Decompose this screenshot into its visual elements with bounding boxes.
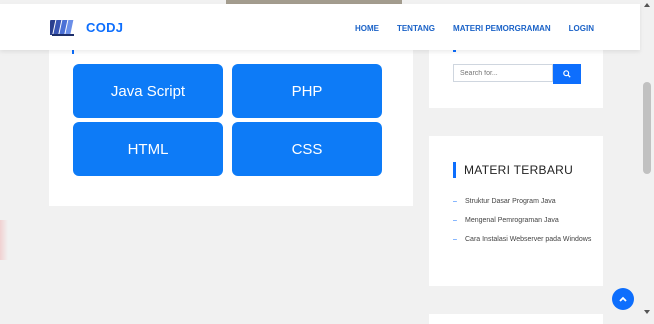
dash-icon: – xyxy=(453,198,457,205)
list-item-label: Mengenal Pemrograman Java xyxy=(465,217,559,224)
main-nav: HOME TENTANG MATERI PEMORGRAMAN LOGIN xyxy=(337,24,594,33)
scrollbar[interactable] xyxy=(640,0,654,318)
dash-icon: – xyxy=(453,217,457,224)
search-button[interactable] xyxy=(553,64,581,84)
list-item[interactable]: – Mengenal Pemrograman Java xyxy=(453,215,593,226)
tile-php[interactable]: PHP xyxy=(232,64,382,118)
list-item[interactable]: – Struktur Dasar Program Java xyxy=(453,196,593,207)
tile-java-script[interactable]: Java Script xyxy=(73,64,223,118)
navbar: CODJ HOME TENTANG MATERI PEMORGRAMAN LOG… xyxy=(0,4,640,50)
search-input[interactable] xyxy=(453,64,553,82)
list-item-label: Cara Instalasi Webserver pada Windows xyxy=(465,236,592,243)
dash-icon: – xyxy=(453,236,457,243)
scrollbar-thumb[interactable] xyxy=(643,82,651,174)
widget-title: MATERI TERBARU xyxy=(453,162,573,178)
latest-materials-list: – Struktur Dasar Program Java – Mengenal P… xyxy=(453,196,593,253)
nav-home[interactable]: HOME xyxy=(355,24,379,33)
chevron-up-icon xyxy=(619,296,627,302)
list-item[interactable]: – Cara Instalasi Webserver pada Windows xyxy=(453,234,593,245)
decorative-edge xyxy=(0,220,8,260)
back-to-top-button[interactable] xyxy=(612,288,634,310)
search-widget xyxy=(429,50,603,108)
search-form xyxy=(453,64,581,84)
book-stack-logo-icon xyxy=(50,20,74,36)
tile-css[interactable]: CSS xyxy=(232,122,382,176)
widget-heading-marker xyxy=(453,50,456,52)
section-heading-marker xyxy=(72,50,74,54)
search-icon xyxy=(563,70,571,78)
nav-materi-pemorgraman[interactable]: MATERI PEMORGRAMAN xyxy=(453,24,551,33)
next-widget xyxy=(429,314,603,324)
scroll-up-arrow-icon[interactable] xyxy=(644,3,650,7)
brand-name: CODJ xyxy=(86,19,124,35)
nav-login[interactable]: LOGIN xyxy=(569,24,594,33)
scroll-down-arrow-icon[interactable] xyxy=(644,310,650,314)
tile-html[interactable]: HTML xyxy=(73,122,223,176)
brand-logo[interactable]: CODJ xyxy=(50,17,123,37)
latest-materials-widget: MATERI TERBARU – Struktur Dasar Program J… xyxy=(429,136,603,286)
nav-tentang[interactable]: TENTANG xyxy=(397,24,435,33)
list-item-label: Struktur Dasar Program Java xyxy=(465,198,556,205)
